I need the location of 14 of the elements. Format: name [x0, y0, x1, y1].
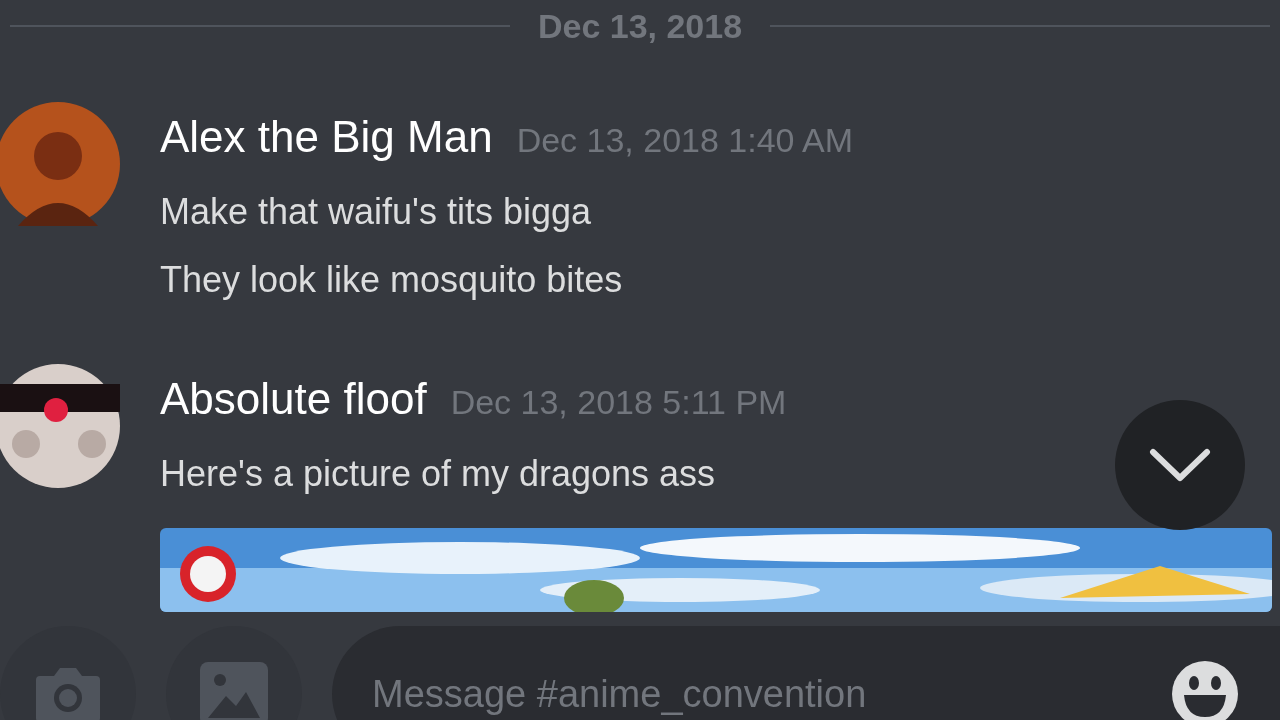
author-name[interactable]: Absolute floof: [160, 366, 427, 432]
chevron-down-icon: [1149, 448, 1211, 482]
timestamp: Dec 13, 2018 1:40 AM: [516, 120, 854, 161]
message-input-field[interactable]: Message #anime_convention: [372, 665, 1172, 720]
emoji-icon[interactable]: [1172, 661, 1238, 720]
author-name[interactable]: Alex the Big Man: [160, 104, 493, 170]
message-text: Here's a picture of my dragons ass: [160, 452, 716, 496]
image-icon: [200, 662, 268, 720]
message-text: Make that waifu's tits bigga: [160, 190, 592, 234]
date-divider: Dec 13, 2018: [537, 5, 743, 47]
camera-icon: [34, 666, 102, 720]
message-text: They look like mosquito bites: [160, 258, 623, 302]
timestamp: Dec 13, 2018 5:11 PM: [450, 382, 787, 423]
message-input[interactable]: Message #anime_convention: [332, 626, 1280, 720]
